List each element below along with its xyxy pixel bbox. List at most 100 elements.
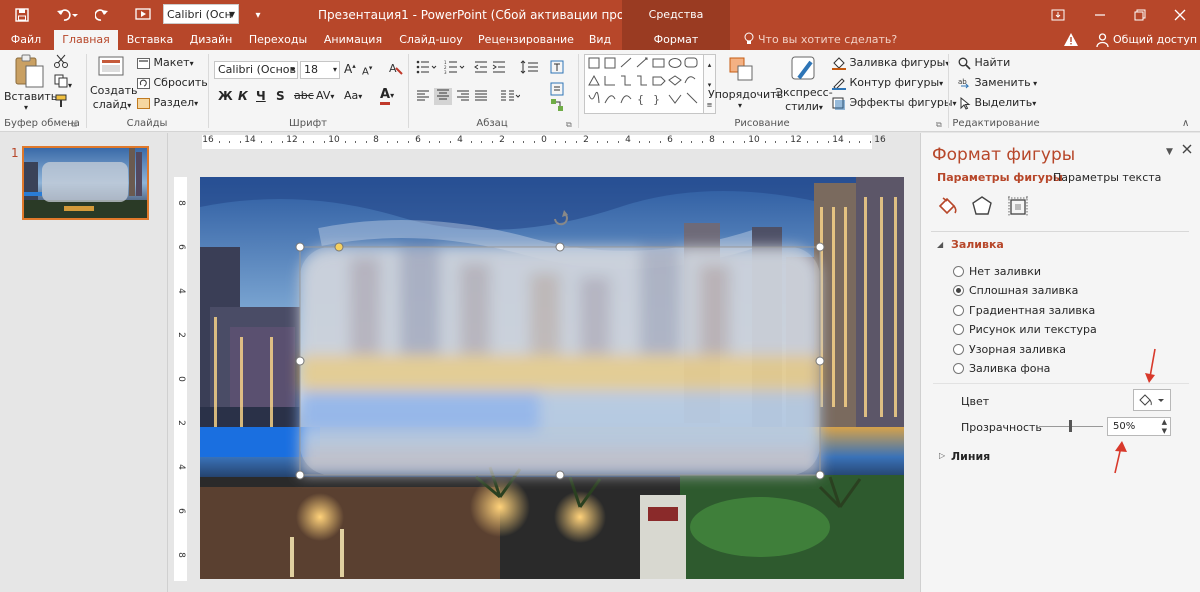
layout-button[interactable]: Макет▾ — [137, 56, 194, 69]
spin-up-icon[interactable]: ▲ — [1162, 418, 1167, 426]
pane-close-icon[interactable] — [1182, 144, 1192, 157]
tab-view[interactable]: Вид — [584, 30, 616, 50]
restore-icon[interactable] — [1130, 0, 1150, 30]
tab-slideshow[interactable]: Слайд-шоу — [396, 30, 466, 50]
gradient-fill-option[interactable]: Градиентная заливка — [953, 301, 1095, 319]
effects-pentagon-icon[interactable] — [971, 195, 993, 217]
text-direction-icon[interactable] — [550, 60, 564, 77]
title-font-combo[interactable]: Calibri (Осн ▼ — [163, 4, 239, 24]
background-fill-option[interactable]: Заливка фона — [953, 359, 1050, 377]
find-button[interactable]: Найти — [958, 56, 1010, 70]
change-case-button[interactable]: Aa▾ — [344, 89, 362, 102]
paste-button[interactable]: Вставить ▾ — [4, 54, 57, 114]
arrange-button[interactable]: Упорядочить ▾ — [708, 54, 783, 118]
radio-button[interactable] — [953, 284, 964, 296]
tab-design[interactable]: Дизайн — [184, 30, 238, 50]
size-properties-icon[interactable] — [1007, 195, 1029, 217]
slide-thumbnail[interactable] — [22, 146, 149, 220]
solid-fill-option[interactable]: Сплошная заливка — [953, 281, 1078, 299]
ribbon-display-icon[interactable] — [1048, 0, 1068, 30]
shadow-button[interactable]: S — [276, 89, 285, 103]
tab-transitions[interactable]: Переходы — [246, 30, 310, 50]
grow-font-icon[interactable]: A▴ — [344, 62, 356, 76]
slide-canvas[interactable] — [200, 177, 904, 579]
font-name-combo[interactable]: Calibri (Основ ▾ — [214, 61, 298, 79]
bold-button[interactable]: Ж — [218, 89, 233, 103]
undo-icon[interactable] — [52, 0, 82, 30]
italic-button[interactable]: К — [238, 89, 248, 103]
fill-line-icon[interactable] — [937, 195, 959, 217]
font-color-button[interactable]: A▾ — [380, 87, 394, 105]
no-fill-option[interactable]: Нет заливки — [953, 262, 1041, 280]
from-beginning-icon[interactable] — [132, 0, 154, 30]
cut-icon[interactable] — [54, 54, 68, 71]
tell-me-input[interactable]: Что вы хотите сделать? — [758, 30, 897, 50]
radio-button[interactable] — [953, 265, 964, 277]
radio-button[interactable] — [953, 323, 964, 335]
tab-home[interactable]: Главная — [54, 30, 118, 50]
strikethrough-button[interactable]: abc — [294, 89, 314, 102]
customize-qat-icon[interactable]: ▾ — [250, 0, 266, 30]
bullets-icon[interactable] — [416, 60, 438, 77]
shape-effects-button[interactable]: Эффекты фигуры▾ — [832, 96, 957, 110]
columns-icon[interactable] — [500, 90, 521, 105]
increase-indent-icon[interactable] — [492, 60, 506, 77]
shrink-font-icon[interactable]: A▾ — [362, 64, 372, 77]
copy-icon[interactable]: ▾ — [54, 74, 72, 91]
char-spacing-button[interactable]: AV▾ — [316, 89, 334, 102]
replace-button[interactable]: ab Заменить ▾ — [958, 76, 1037, 90]
shapes-gallery[interactable]: { } — [584, 54, 704, 114]
spin-down-icon[interactable]: ▼ — [1162, 427, 1167, 435]
shape-fill-button[interactable]: Заливка фигуры▾ — [832, 56, 949, 70]
clear-format-icon[interactable]: A — [388, 61, 403, 79]
decrease-indent-icon[interactable] — [474, 60, 488, 77]
tab-insert[interactable]: Вставка — [122, 30, 178, 50]
smartart-icon[interactable] — [550, 98, 564, 115]
tab-animations[interactable]: Анимация — [318, 30, 388, 50]
new-slide-button[interactable]: Создать слайд▾ — [90, 54, 138, 114]
close-icon[interactable] — [1170, 0, 1190, 30]
line-section-header[interactable]: Линия — [951, 450, 990, 463]
dialog-launcher-icon[interactable]: ⧉ — [936, 120, 942, 130]
save-icon[interactable] — [8, 0, 36, 30]
tab-text-options[interactable]: Параметры текста — [1053, 171, 1161, 184]
color-picker-button[interactable] — [1133, 389, 1171, 411]
share-button[interactable]: Общий доступ — [1113, 30, 1197, 50]
transparency-slider-thumb[interactable] — [1069, 420, 1072, 432]
align-right-icon[interactable] — [456, 90, 470, 105]
minimize-icon[interactable] — [1090, 0, 1110, 30]
align-center-icon[interactable] — [434, 88, 452, 105]
tab-format[interactable]: Формат — [622, 30, 730, 50]
line-spacing-icon[interactable] — [520, 60, 540, 77]
format-painter-icon[interactable] — [54, 94, 68, 111]
pane-options-icon[interactable]: ▼ — [1166, 147, 1173, 157]
font-size-combo[interactable]: 18 ▾ — [300, 61, 340, 79]
shape-outline-button[interactable]: Контур фигуры▾ — [832, 76, 943, 90]
pattern-fill-option[interactable]: Узорная заливка — [953, 340, 1066, 358]
reset-button[interactable]: Сбросить — [137, 76, 208, 89]
collapse-ribbon-icon[interactable]: ∧ — [1182, 118, 1189, 129]
radio-button[interactable] — [953, 362, 964, 374]
dialog-launcher-icon[interactable]: ⧉ — [71, 120, 77, 130]
redo-icon[interactable] — [92, 0, 112, 30]
dialog-launcher-icon[interactable]: ⧉ — [566, 120, 572, 130]
section-button[interactable]: Раздел▾ — [137, 96, 198, 109]
justify-icon[interactable] — [474, 90, 488, 105]
numbering-icon[interactable]: 123 — [444, 60, 466, 77]
quick-styles-button[interactable]: Экспресс- стили▾ — [775, 54, 833, 118]
align-left-icon[interactable] — [416, 90, 430, 105]
picture-fill-option[interactable]: Рисунок или текстура — [953, 320, 1097, 338]
tab-review[interactable]: Рецензирование — [474, 30, 578, 50]
select-button[interactable]: Выделить▾ — [958, 96, 1036, 110]
tab-file[interactable]: Файл — [2, 30, 50, 50]
tab-shape-options[interactable]: Параметры фигуры — [937, 171, 1063, 184]
transparency-input[interactable]: 50% ▲ ▼ — [1107, 417, 1171, 436]
align-text-icon[interactable] — [550, 82, 564, 99]
warning-icon[interactable] — [1064, 33, 1078, 49]
underline-button[interactable]: Ч — [256, 89, 266, 103]
fill-section-header[interactable]: Заливка — [951, 238, 1004, 251]
collapse-fill-icon[interactable]: ◢ — [937, 240, 943, 249]
radio-button[interactable] — [953, 304, 964, 316]
radio-button[interactable] — [953, 343, 964, 355]
expand-line-icon[interactable]: ▷ — [939, 451, 945, 460]
